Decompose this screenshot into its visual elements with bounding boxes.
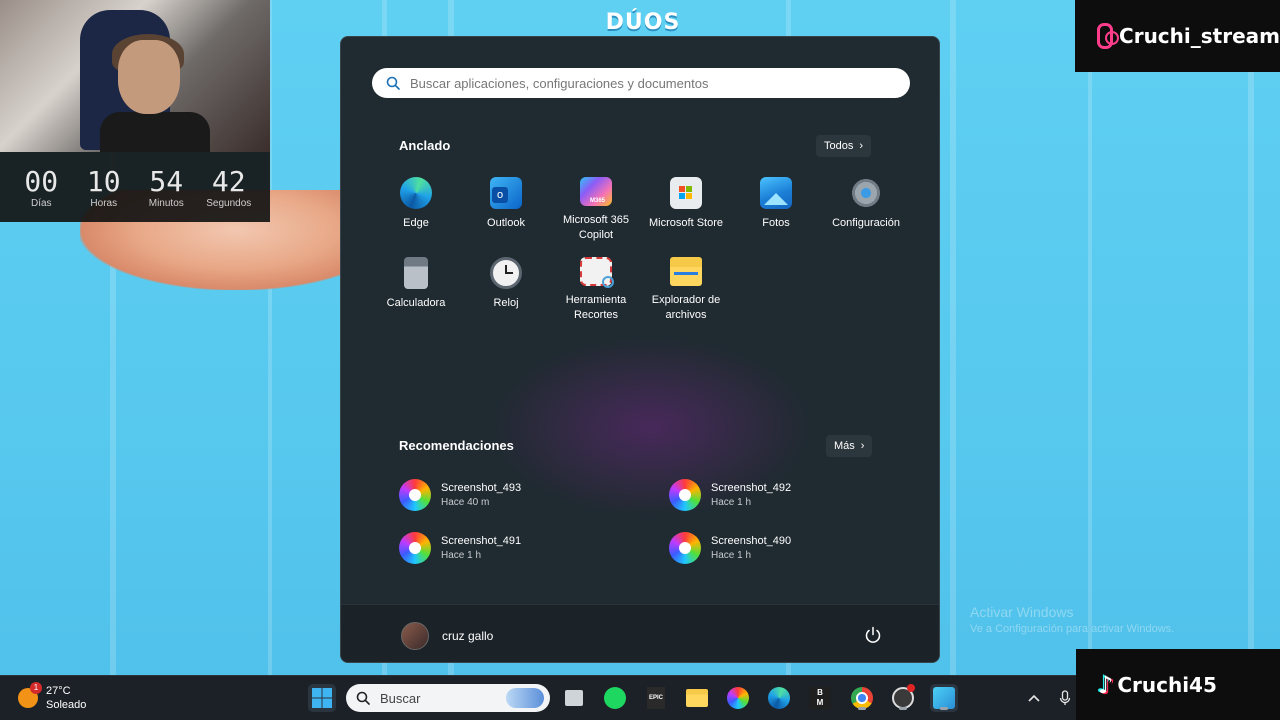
spotify-icon [604,687,626,709]
epic-games-taskbar-button[interactable]: EPIC [642,684,670,712]
game-mode-title: DÚOS [605,10,681,35]
user-name[interactable]: cruz gallo [442,629,493,643]
webcam-overlay [0,0,270,152]
snipping-tool-icon [580,257,614,288]
start-menu: Anclado Todos › Edge o Outlook M365 Micr… [340,36,940,663]
weather-condition: Soleado [46,699,87,711]
instagram-handle: Cruchi_stream [1119,24,1280,48]
recommendations-title: Recomendaciones [399,438,514,453]
pinned-app-reloj[interactable]: Reloj [461,257,551,323]
epic-games-icon: EPIC [647,687,665,709]
file-explorer-taskbar-button[interactable] [683,684,711,712]
recommendation-item[interactable]: Screenshot_493 Hace 40 m [399,477,521,513]
edge-icon [400,177,432,209]
recommendation-item[interactable]: Screenshot_490 Hace 1 h [669,530,791,566]
pinned-section-title: Anclado [399,138,451,153]
instagram-icon [1097,23,1120,49]
calculator-icon [404,257,428,289]
tiktok-icon: ♪ [1098,670,1114,699]
bg-stripe [1248,0,1254,680]
bm-app-taskbar-button[interactable]: B M [806,684,834,712]
countdown-days: 00 Días [24,164,59,209]
edge-icon [768,687,790,709]
tiktok-banner: ♪ Cruchi45 [1076,649,1280,720]
taskbar-search-input[interactable] [380,690,490,706]
pinned-app-explorador[interactable]: Explorador de archivos [641,257,731,323]
photos-taskbar-button[interactable] [724,684,752,712]
countdown-hours: 10 Horas [86,164,121,209]
screenshot-file-icon [669,532,701,564]
recommendation-item[interactable]: Screenshot_492 Hace 1 h [669,477,791,513]
windows-icon [312,688,332,708]
recommendation-item[interactable]: Screenshot_491 Hace 1 h [399,530,521,566]
screenshot-file-icon [399,479,431,511]
task-view-button[interactable] [560,684,588,712]
chevron-right-icon: › [860,440,865,452]
obs-taskbar-button[interactable] [889,684,917,712]
pinned-app-herramienta-recortes[interactable]: Herramienta Recortes [551,257,641,323]
start-search-input[interactable] [410,75,910,91]
user-avatar[interactable] [401,622,429,650]
notification-badge: 1 [30,682,42,694]
edge-taskbar-button[interactable] [765,684,793,712]
start-search-box[interactable] [372,68,910,98]
more-recommendations-button[interactable]: Más › [826,435,873,457]
microphone-button[interactable] [1051,684,1079,712]
search-highlight-image [506,688,544,708]
spotify-taskbar-button[interactable] [601,684,629,712]
countdown-minutes: 54 Minutos [148,164,184,209]
bm-app-icon: B M [809,687,831,709]
taskbar-search[interactable] [346,684,550,712]
pinned-app-configuracion[interactable]: Configuración [821,177,911,243]
chrome-icon [851,687,873,709]
start-menu-footer: cruz gallo [341,604,939,662]
weather-widget[interactable]: 1 27°C Soleado [18,682,87,712]
screenshot-file-icon [669,479,701,511]
search-icon [386,76,400,90]
photos-icon [760,177,792,209]
countdown-seconds: 42 Segundos [206,164,252,209]
chrome-taskbar-button[interactable] [848,684,876,712]
store-icon [670,177,702,209]
pinned-app-outlook[interactable]: o Outlook [461,177,551,243]
instagram-banner: Cruchi_stream [1075,0,1280,72]
fall-guys-taskbar-button[interactable] [930,684,958,712]
chevron-right-icon: › [859,140,864,152]
recording-dot-icon [907,684,915,692]
fall-guys-icon [933,687,955,709]
activate-windows-watermark: Activar Windows Ve a Configuración para … [970,604,1175,635]
sun-icon: 1 [18,682,42,708]
screenshot-app-icon [727,687,749,709]
pinned-app-edge[interactable]: Edge [371,177,461,243]
folder-icon [686,689,708,707]
settings-icon [850,177,882,209]
outlook-icon: o [490,177,522,209]
pinned-app-m365-copilot[interactable]: M365 Microsoft 365 Copilot [551,177,641,243]
pinned-app-calculadora[interactable]: Calculadora [371,257,461,323]
all-apps-button[interactable]: Todos › [816,135,872,157]
task-view-icon [565,690,583,706]
bg-stripe [950,0,956,680]
tiktok-handle: Cruchi45 [1117,672,1217,697]
microphone-icon [1059,690,1071,705]
start-button[interactable] [308,684,336,712]
power-icon[interactable] [863,625,883,645]
m365-icon: M365 [580,177,612,206]
show-hidden-icons-button[interactable] [1020,684,1048,712]
countdown-timer: 00 Días 10 Horas 54 Minutos 42 Segundos [0,152,270,222]
pinned-apps-grid: Edge o Outlook M365 Microsoft 365 Copilo… [371,177,911,323]
search-icon [356,691,370,705]
pinned-app-microsoft-store[interactable]: Microsoft Store [641,177,731,243]
chevron-up-icon [1028,694,1040,702]
screenshot-file-icon [399,532,431,564]
bg-stripe [1088,0,1092,680]
file-explorer-icon [670,257,702,286]
weather-temperature: 27°C [46,685,71,697]
clock-icon [490,257,522,289]
pinned-app-fotos[interactable]: Fotos [731,177,821,243]
